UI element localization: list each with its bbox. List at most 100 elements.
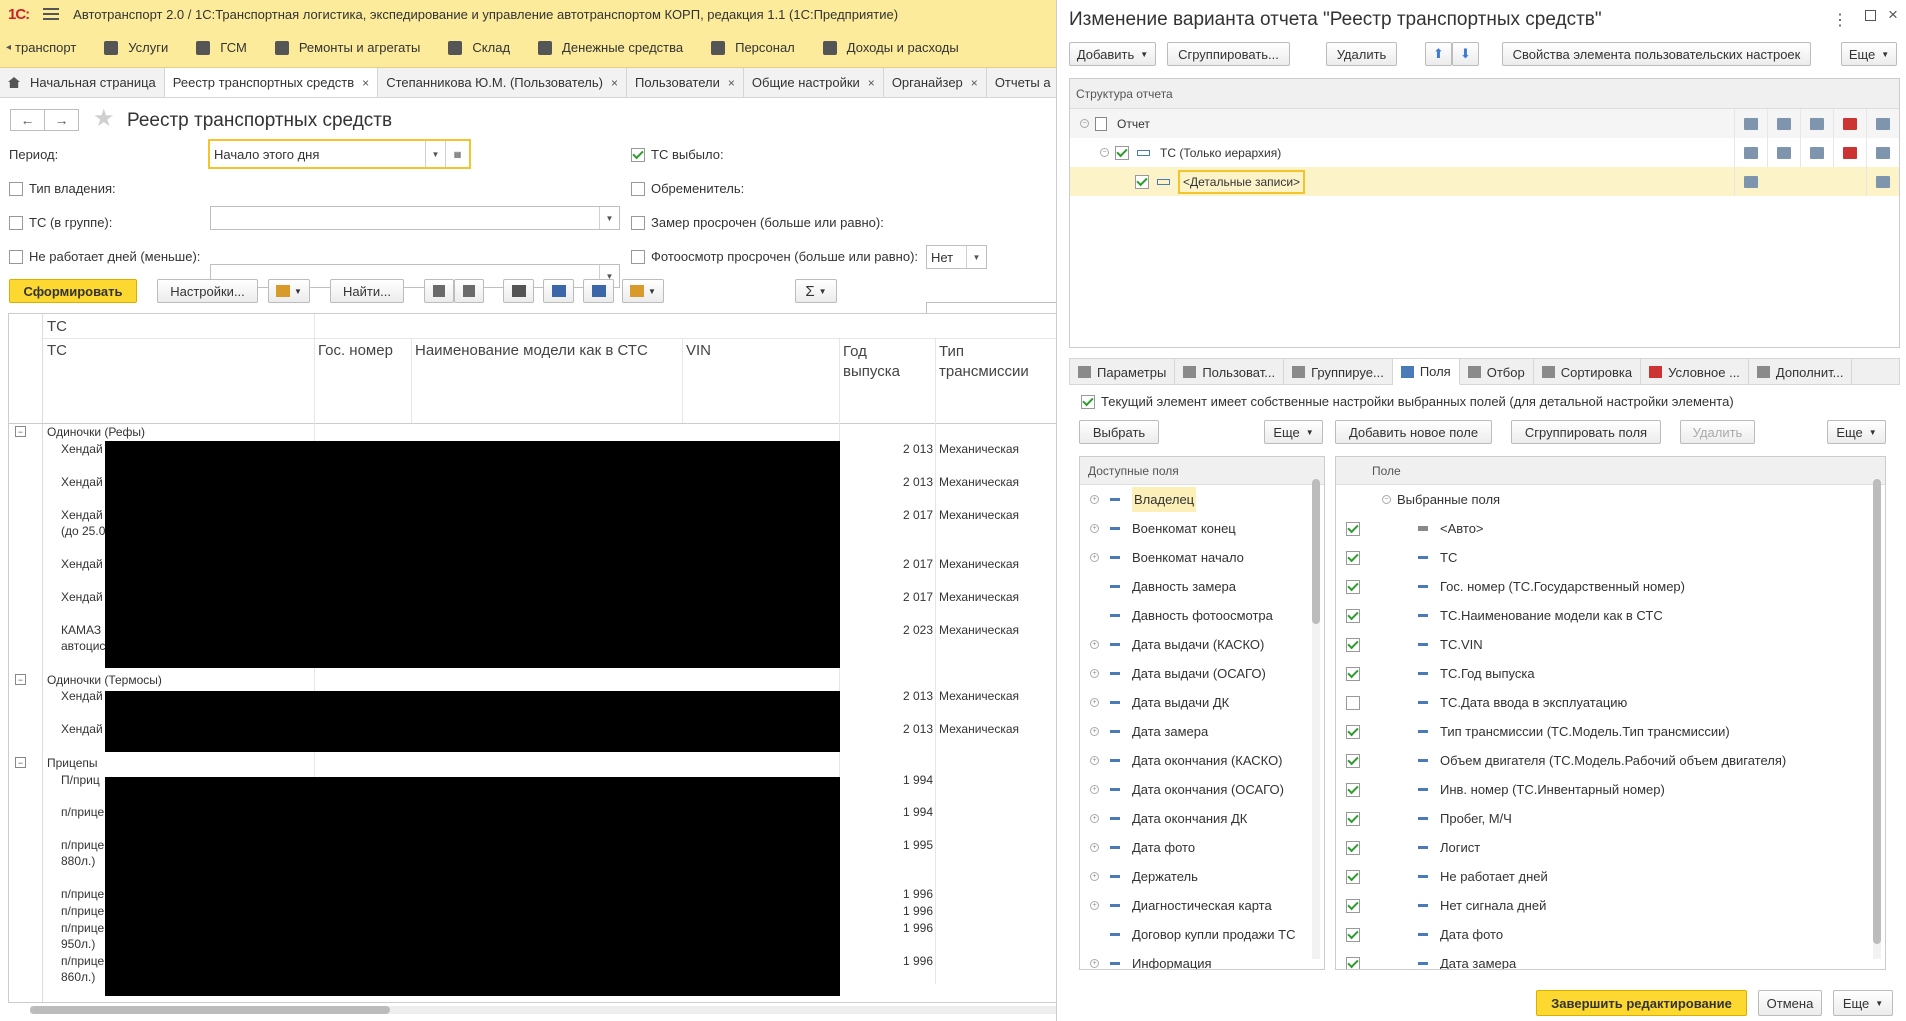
idle-days-filter[interactable]: Не работает дней (меньше): <box>9 249 200 264</box>
available-field[interactable]: + Дата замера <box>1090 717 1324 746</box>
tab-filter[interactable]: Отбор <box>1460 359 1534 385</box>
close-icon[interactable]: × <box>611 76 618 90</box>
field-checkbox[interactable] <box>1346 869 1360 884</box>
expand-icon[interactable]: + <box>1090 727 1099 736</box>
chevron-down-icon[interactable]: ▼ <box>425 141 445 167</box>
field-checkbox[interactable] <box>1346 927 1360 942</box>
section-repairs[interactable]: Ремонты и агрегаты <box>261 28 435 67</box>
calendar-icon[interactable]: ▦ <box>445 141 469 167</box>
close-icon[interactable]: × <box>1888 5 1898 25</box>
delete-field-button[interactable]: Удалить <box>1680 420 1755 444</box>
tab-fields[interactable]: Поля <box>1392 359 1460 385</box>
selected-field[interactable]: ТС <box>1336 543 1885 572</box>
menu-icon[interactable] <box>43 8 60 20</box>
selected-field[interactable]: Инв. номер (ТС.Инвентарный номер) <box>1336 775 1885 804</box>
available-field[interactable]: + Дата выдачи (КАСКО) <box>1090 630 1324 659</box>
encumbrancer-filter[interactable]: Обременитель: <box>631 181 744 196</box>
field-checkbox[interactable] <box>1346 521 1360 536</box>
period-field[interactable]: Начало этого дня ▼ ▦ <box>208 139 471 169</box>
selected-more-button[interactable]: Еще ▼ <box>1827 420 1886 444</box>
group-button[interactable]: Сгруппировать... <box>1167 42 1290 66</box>
tab-groupings[interactable]: Группируе... <box>1284 359 1393 385</box>
photo-overdue-filter[interactable]: Фотоосмотр просрочен (больше или равно): <box>631 249 918 264</box>
print-button[interactable] <box>503 279 534 303</box>
field-checkbox[interactable] <box>1346 782 1360 797</box>
ownership-checkbox[interactable] <box>9 181 23 196</box>
more-vert-icon[interactable]: ⋮ <box>1832 10 1848 30</box>
available-field[interactable]: Договор купли продажи ТС <box>1090 920 1324 949</box>
available-field[interactable]: + Диагностическая карта <box>1090 891 1324 920</box>
available-field[interactable]: Давность фотоосмотра <box>1090 601 1324 630</box>
expand-icon[interactable]: + <box>1090 872 1099 881</box>
section-income-expense[interactable]: Доходы и расходы <box>809 28 973 67</box>
settings-button[interactable]: Настройки... <box>157 279 258 303</box>
field-checkbox[interactable] <box>1346 753 1360 768</box>
collapse-icon[interactable]: − <box>1100 148 1109 157</box>
field-checkbox[interactable] <box>1346 898 1360 913</box>
tab-reports[interactable]: Отчеты а <box>987 68 1056 97</box>
photo-overdue-checkbox[interactable] <box>631 249 645 264</box>
variant-menu-button[interactable]: ▼ <box>268 279 310 303</box>
tree-node-detail[interactable]: <Детальные записи> <box>1070 167 1899 196</box>
section-personnel[interactable]: Персонал <box>697 28 809 67</box>
sum-menu-button[interactable]: Σ ▼ <box>795 279 837 303</box>
field-checkbox[interactable] <box>1346 666 1360 681</box>
selected-field[interactable]: <Авто> <box>1336 514 1885 543</box>
add-new-field-button[interactable]: Добавить новое поле <box>1335 420 1492 444</box>
add-button[interactable]: Добавить ▼ <box>1069 42 1156 66</box>
retired-checkbox[interactable] <box>631 147 645 162</box>
expand-icon[interactable]: + <box>1090 698 1099 707</box>
element-properties-button[interactable]: Свойства элемента пользовательских настр… <box>1502 42 1811 66</box>
delete-button[interactable]: Удалить <box>1326 42 1397 66</box>
field-checkbox[interactable] <box>1346 608 1360 623</box>
tab-sorting[interactable]: Сортировка <box>1534 359 1642 385</box>
selected-field[interactable]: ТС.VIN <box>1336 630 1885 659</box>
chevron-down-icon[interactable]: ▼ <box>599 207 619 229</box>
tab-organizer[interactable]: Органайзер × <box>884 68 987 97</box>
tab-home[interactable]: Начальная страница <box>0 68 165 97</box>
selected-field[interactable]: Гос. номер (ТС.Государственный номер) <box>1336 572 1885 601</box>
collapse-icon[interactable]: − <box>15 674 26 685</box>
back-button[interactable]: ← <box>10 109 45 131</box>
selected-field[interactable]: Нет сигнала дней <box>1336 891 1885 920</box>
selected-root[interactable]: − Выбранные поля <box>1336 485 1885 514</box>
tab-additional[interactable]: Дополнит... <box>1749 359 1853 385</box>
tree-node-ts[interactable]: − ТС (Только иерархия) <box>1070 138 1899 167</box>
selected-field[interactable]: Дата фото <box>1336 920 1885 949</box>
available-field[interactable]: + Дата окончания ДК <box>1090 804 1324 833</box>
expand-icon[interactable]: + <box>1090 814 1099 823</box>
field-checkbox[interactable] <box>1346 550 1360 565</box>
section-services[interactable]: Услуги <box>90 28 182 67</box>
close-icon[interactable]: × <box>971 76 978 90</box>
selected-field[interactable]: Пробег, М/Ч <box>1336 804 1885 833</box>
collapse-icon[interactable]: − <box>15 757 26 768</box>
expand-icon[interactable]: + <box>1090 553 1099 562</box>
expand-icon[interactable]: + <box>1090 495 1099 504</box>
tab-general-settings[interactable]: Общие настройки × <box>744 68 884 97</box>
move-up-button[interactable]: ⬆ <box>1425 42 1452 66</box>
section-fuel[interactable]: ГСМ <box>182 28 261 67</box>
available-field[interactable]: + Держатель <box>1090 862 1324 891</box>
measure-overdue-filter[interactable]: Замер просрочен (больше или равно): <box>631 215 884 230</box>
encumbrancer-checkbox[interactable] <box>631 181 645 196</box>
ts-node-checkbox[interactable] <box>1115 145 1129 160</box>
expand-icon[interactable]: + <box>1090 524 1099 533</box>
find-button[interactable]: Найти... <box>330 279 404 303</box>
selected-field[interactable]: Дата замера <box>1336 949 1885 969</box>
chevron-down-icon[interactable]: ▼ <box>966 246 986 268</box>
field-checkbox[interactable] <box>1346 637 1360 652</box>
expand-icon[interactable]: + <box>1090 959 1099 968</box>
available-field[interactable]: + Дата выдачи ДК <box>1090 688 1324 717</box>
selected-field[interactable]: ТС.Наименование модели как в СТС <box>1336 601 1885 630</box>
available-field[interactable]: + Дата окончания (ОСАГО) <box>1090 775 1324 804</box>
idle-days-checkbox[interactable] <box>9 249 23 264</box>
tab-users[interactable]: Пользователи × <box>627 68 744 97</box>
available-field[interactable]: + Владелец <box>1090 485 1324 514</box>
select-button[interactable]: Выбрать <box>1079 420 1159 444</box>
available-field[interactable]: + Дата выдачи (ОСАГО) <box>1090 659 1324 688</box>
field-checkbox[interactable] <box>1346 811 1360 826</box>
own-settings-checkbox[interactable] <box>1081 394 1095 409</box>
section-money[interactable]: Денежные средства <box>524 28 697 67</box>
tab-vehicle-registry[interactable]: Реестр транспортных средств × <box>164 68 379 97</box>
group-fields-button[interactable]: Сгруппировать поля <box>1511 420 1661 444</box>
